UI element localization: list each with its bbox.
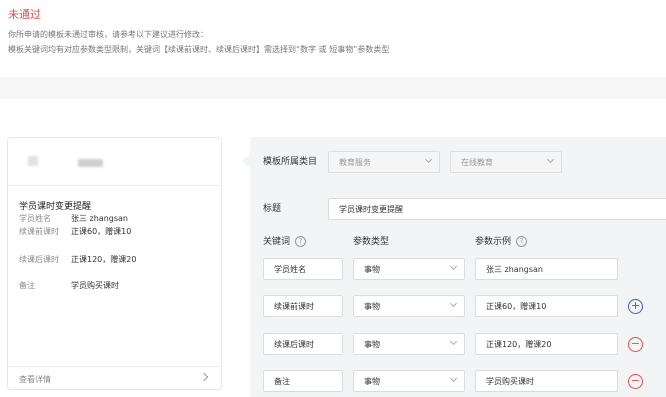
review-notice: 未通过 你所申请的模板未通过审核，请参考以下建议进行修改： 模板关键词均有对应参… bbox=[0, 0, 666, 74]
preview-row-key: 续课前课时 bbox=[19, 227, 59, 236]
notice-message: 你所申请的模板未通过审核，请参考以下建议进行修改： bbox=[8, 30, 208, 39]
add-row-button[interactable]: + bbox=[628, 299, 643, 314]
chevron-down-icon bbox=[449, 337, 458, 346]
param-example-input[interactable]: 正课60，赠课10 bbox=[475, 295, 618, 317]
help-icon[interactable]: ? bbox=[516, 236, 528, 247]
param-example-header: 参数示例? bbox=[475, 236, 528, 248]
preview-row-value: 学员购买课时 bbox=[71, 281, 119, 290]
section-divider bbox=[0, 77, 666, 99]
preview-header bbox=[8, 138, 221, 186]
keyword-input[interactable]: 续课前课时 bbox=[263, 295, 343, 317]
param-type-select[interactable]: 事物 bbox=[353, 370, 465, 392]
keyword-input[interactable]: 备注 bbox=[263, 370, 343, 392]
account-name bbox=[78, 159, 103, 167]
param-example-input[interactable]: 正课120，赠课20 bbox=[475, 333, 618, 355]
chevron-down-icon bbox=[449, 374, 458, 383]
review-status: 未通过 bbox=[8, 8, 41, 21]
chevron-down-icon bbox=[449, 299, 458, 308]
remove-row-button[interactable]: − bbox=[628, 374, 643, 389]
help-icon[interactable]: ? bbox=[295, 236, 307, 247]
chevron-down-icon bbox=[424, 155, 433, 164]
keyword-input[interactable]: 续课后课时 bbox=[263, 333, 343, 355]
keyword-header-label: 关键词 bbox=[263, 237, 291, 247]
chevron-right-icon bbox=[199, 372, 209, 382]
category-primary-select[interactable]: 教育服务 bbox=[328, 151, 440, 173]
view-details-label: 查看详情 bbox=[19, 375, 51, 384]
preview-title: 学员课时变更提醒 bbox=[19, 202, 92, 212]
title-input[interactable]: 学员课时变更提醒 bbox=[328, 198, 666, 220]
param-type-select[interactable]: 事物 bbox=[353, 258, 465, 280]
preview-row-value: 正课120，赠课20 bbox=[71, 255, 137, 264]
param-example-input[interactable]: 张三 zhangsan bbox=[475, 258, 618, 280]
param-type-header: 参数类型 bbox=[353, 237, 390, 247]
preview-row-key: 备注 bbox=[19, 281, 35, 290]
preview-row-value: 张三 zhangsan bbox=[71, 214, 129, 223]
template-form: 模板所属类目 教育服务 在线教育 标题 学员课时变更提醒 关键词? 参数类型 参… bbox=[250, 137, 666, 397]
panel-pointer bbox=[242, 154, 250, 168]
notice-suggestion: 模板关键词均有对应参数类型限制，关键词【续课前课时、续课后课时】需选择到“数字 … bbox=[8, 45, 390, 54]
keyword-header: 关键词? bbox=[263, 236, 307, 248]
preview-row-key: 学员姓名 bbox=[19, 214, 51, 223]
category-secondary-select[interactable]: 在线教育 bbox=[450, 151, 562, 173]
account-avatar bbox=[28, 156, 38, 166]
category-label: 模板所属类目 bbox=[263, 157, 318, 167]
chevron-down-icon bbox=[546, 155, 555, 164]
title-label: 标题 bbox=[263, 204, 282, 214]
param-example-header-label: 参数示例 bbox=[475, 237, 512, 247]
remove-row-button[interactable]: − bbox=[628, 337, 643, 352]
chevron-down-icon bbox=[449, 262, 458, 271]
preview-row-key: 续课后课时 bbox=[19, 255, 59, 264]
message-preview-card: 学员课时变更提醒 学员姓名 张三 zhangsan 续课前课时 正课60，赠课1… bbox=[7, 137, 222, 390]
param-type-select[interactable]: 事物 bbox=[353, 333, 465, 355]
param-type-select[interactable]: 事物 bbox=[353, 295, 465, 317]
keyword-input[interactable]: 学员姓名 bbox=[263, 258, 343, 280]
preview-row-value: 正课60，赠课10 bbox=[71, 227, 132, 236]
param-example-input[interactable]: 学员购买课时 bbox=[475, 370, 618, 392]
view-details-link[interactable]: 查看详情 bbox=[8, 366, 221, 390]
